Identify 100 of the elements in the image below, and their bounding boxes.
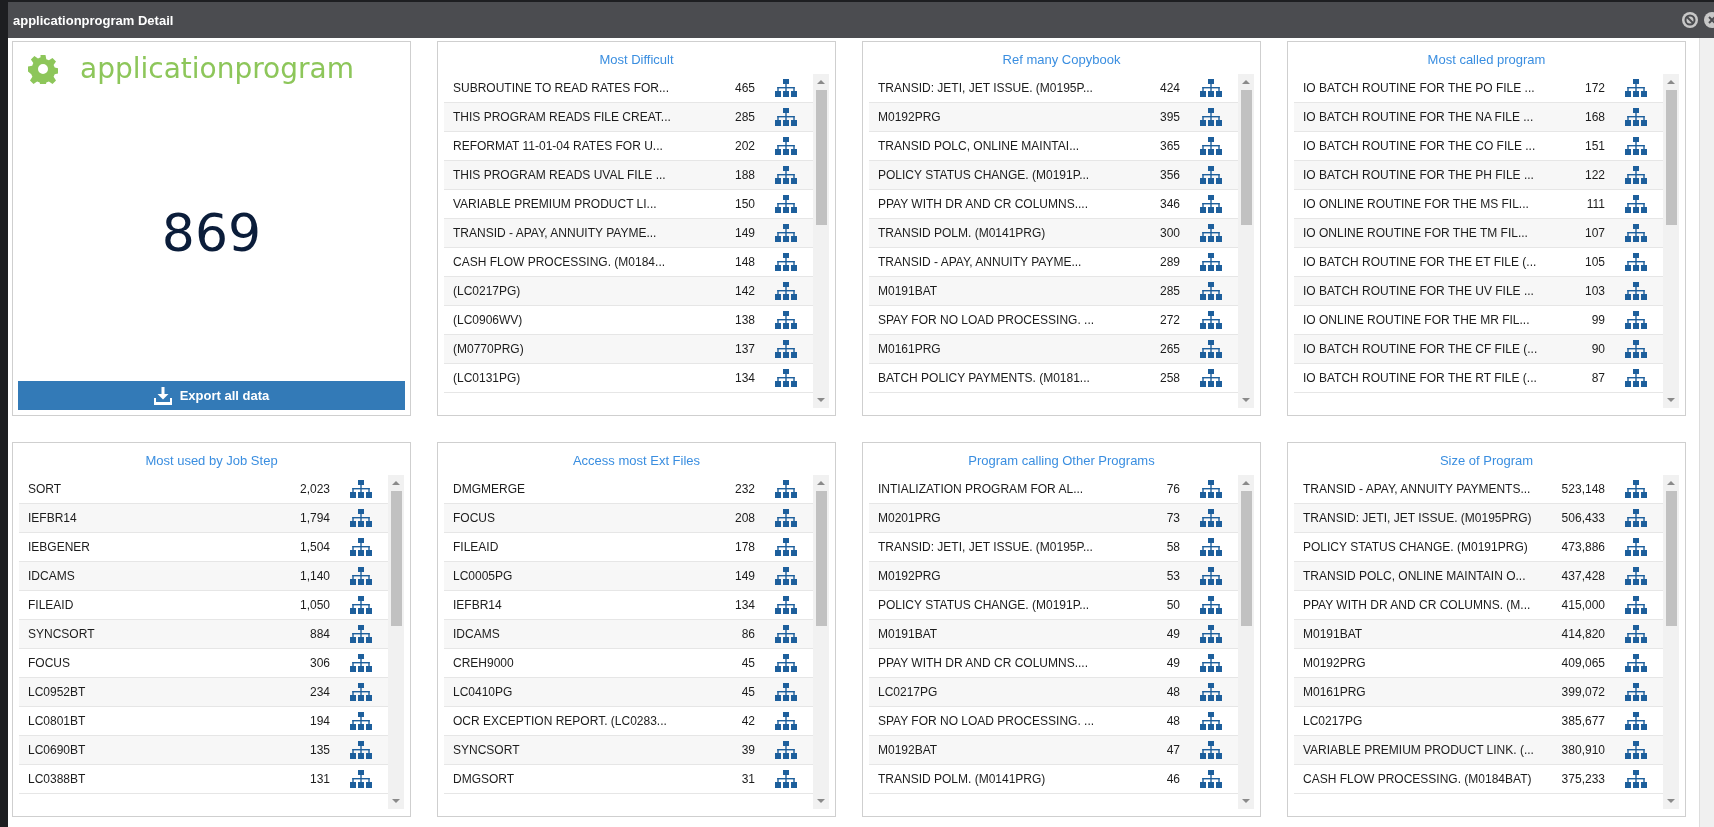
sitemap-icon[interactable] xyxy=(1625,368,1647,388)
sitemap-icon[interactable] xyxy=(1625,78,1647,98)
sitemap-icon[interactable] xyxy=(775,165,797,185)
sitemap-icon[interactable] xyxy=(350,624,372,644)
sitemap-icon[interactable] xyxy=(350,740,372,760)
sitemap-icon[interactable] xyxy=(1200,653,1222,673)
sitemap-icon[interactable] xyxy=(1200,223,1222,243)
sitemap-icon[interactable] xyxy=(1625,682,1647,702)
sitemap-icon[interactable] xyxy=(1625,252,1647,272)
sitemap-icon[interactable] xyxy=(1625,136,1647,156)
sitemap-icon[interactable] xyxy=(775,107,797,127)
sitemap-icon[interactable] xyxy=(1200,194,1222,214)
count-value: 134 xyxy=(733,598,755,612)
sitemap-icon[interactable] xyxy=(350,537,372,557)
sitemap-icon[interactable] xyxy=(350,566,372,586)
sitemap-icon[interactable] xyxy=(350,479,372,499)
sitemap-icon[interactable] xyxy=(775,508,797,528)
program-name: LC0410PG xyxy=(453,685,514,699)
sitemap-icon[interactable] xyxy=(1625,595,1647,615)
sitemap-icon[interactable] xyxy=(1625,566,1647,586)
program-name: IO BATCH ROUTINE FOR THE NA FILE ... xyxy=(1303,110,1535,124)
sitemap-icon[interactable] xyxy=(775,281,797,301)
sitemap-icon[interactable] xyxy=(1200,537,1222,557)
sitemap-icon[interactable] xyxy=(1200,508,1222,528)
sitemap-icon[interactable] xyxy=(1200,136,1222,156)
sitemap-icon[interactable] xyxy=(1625,107,1647,127)
disable-icon[interactable] xyxy=(1682,12,1698,28)
sitemap-icon[interactable] xyxy=(1625,537,1647,557)
sitemap-icon[interactable] xyxy=(1200,595,1222,615)
sitemap-icon[interactable] xyxy=(350,711,372,731)
sitemap-icon[interactable] xyxy=(350,682,372,702)
program-name: DMGMERGE xyxy=(453,482,526,496)
sitemap-icon[interactable] xyxy=(1625,508,1647,528)
sitemap-icon[interactable] xyxy=(1625,194,1647,214)
sitemap-icon[interactable] xyxy=(1625,769,1647,789)
program-name: IO ONLINE ROUTINE FOR THE MR FIL... xyxy=(1303,313,1531,327)
sitemap-icon[interactable] xyxy=(775,740,797,760)
sitemap-icon[interactable] xyxy=(1625,479,1647,499)
sitemap-icon[interactable] xyxy=(1200,339,1222,359)
sitemap-icon[interactable] xyxy=(775,682,797,702)
sitemap-icon[interactable] xyxy=(1200,479,1222,499)
scrollbar[interactable] xyxy=(1238,74,1254,408)
sitemap-icon[interactable] xyxy=(775,769,797,789)
scrollbar[interactable] xyxy=(1663,74,1679,408)
window-scrollbar[interactable] xyxy=(1699,38,1714,827)
sitemap-icon[interactable] xyxy=(350,653,372,673)
sitemap-icon[interactable] xyxy=(775,252,797,272)
sitemap-icon[interactable] xyxy=(1200,566,1222,586)
sitemap-icon[interactable] xyxy=(1200,368,1222,388)
sitemap-icon[interactable] xyxy=(775,595,797,615)
sitemap-icon[interactable] xyxy=(1200,682,1222,702)
sitemap-icon[interactable] xyxy=(1625,624,1647,644)
sitemap-icon[interactable] xyxy=(350,769,372,789)
sitemap-icon[interactable] xyxy=(775,368,797,388)
count-value: 473,886 xyxy=(1560,540,1605,554)
sitemap-icon[interactable] xyxy=(775,78,797,98)
download-icon xyxy=(153,386,172,405)
program-name: TRANSID - APAY, ANNUITY PAYME... xyxy=(878,255,1083,269)
sitemap-icon[interactable] xyxy=(1200,165,1222,185)
sitemap-icon[interactable] xyxy=(1200,310,1222,330)
sitemap-icon[interactable] xyxy=(1200,624,1222,644)
sitemap-icon[interactable] xyxy=(775,566,797,586)
sitemap-icon[interactable] xyxy=(1625,711,1647,731)
scrollbar[interactable] xyxy=(813,475,829,809)
sitemap-icon[interactable] xyxy=(1200,740,1222,760)
sitemap-icon[interactable] xyxy=(1625,281,1647,301)
sitemap-icon[interactable] xyxy=(1200,252,1222,272)
count-value: 45 xyxy=(740,685,755,699)
sitemap-icon[interactable] xyxy=(775,339,797,359)
sitemap-icon[interactable] xyxy=(775,136,797,156)
sitemap-icon[interactable] xyxy=(350,508,372,528)
sitemap-icon[interactable] xyxy=(1200,711,1222,731)
sitemap-icon[interactable] xyxy=(1200,107,1222,127)
count-value: 272 xyxy=(1158,313,1180,327)
program-name: LC0005PG xyxy=(453,569,514,583)
sitemap-icon[interactable] xyxy=(775,537,797,557)
sitemap-icon[interactable] xyxy=(1625,310,1647,330)
count-value: 48 xyxy=(1165,714,1180,728)
sitemap-icon[interactable] xyxy=(1625,653,1647,673)
sitemap-icon[interactable] xyxy=(1625,165,1647,185)
sitemap-icon[interactable] xyxy=(775,194,797,214)
sitemap-icon[interactable] xyxy=(775,624,797,644)
sitemap-icon[interactable] xyxy=(1625,339,1647,359)
sitemap-icon[interactable] xyxy=(775,653,797,673)
sitemap-icon[interactable] xyxy=(775,479,797,499)
export-button[interactable]: Export all data xyxy=(18,381,405,410)
scrollbar[interactable] xyxy=(1238,475,1254,809)
sitemap-icon[interactable] xyxy=(1200,769,1222,789)
sitemap-icon[interactable] xyxy=(1625,223,1647,243)
program-name: LC0388BT xyxy=(28,772,87,786)
sitemap-icon[interactable] xyxy=(775,310,797,330)
sitemap-icon[interactable] xyxy=(775,223,797,243)
sitemap-icon[interactable] xyxy=(775,711,797,731)
sitemap-icon[interactable] xyxy=(350,595,372,615)
sitemap-icon[interactable] xyxy=(1200,281,1222,301)
scrollbar[interactable] xyxy=(1663,475,1679,809)
scrollbar[interactable] xyxy=(813,74,829,408)
sitemap-icon[interactable] xyxy=(1200,78,1222,98)
scrollbar[interactable] xyxy=(388,475,404,809)
sitemap-icon[interactable] xyxy=(1625,740,1647,760)
